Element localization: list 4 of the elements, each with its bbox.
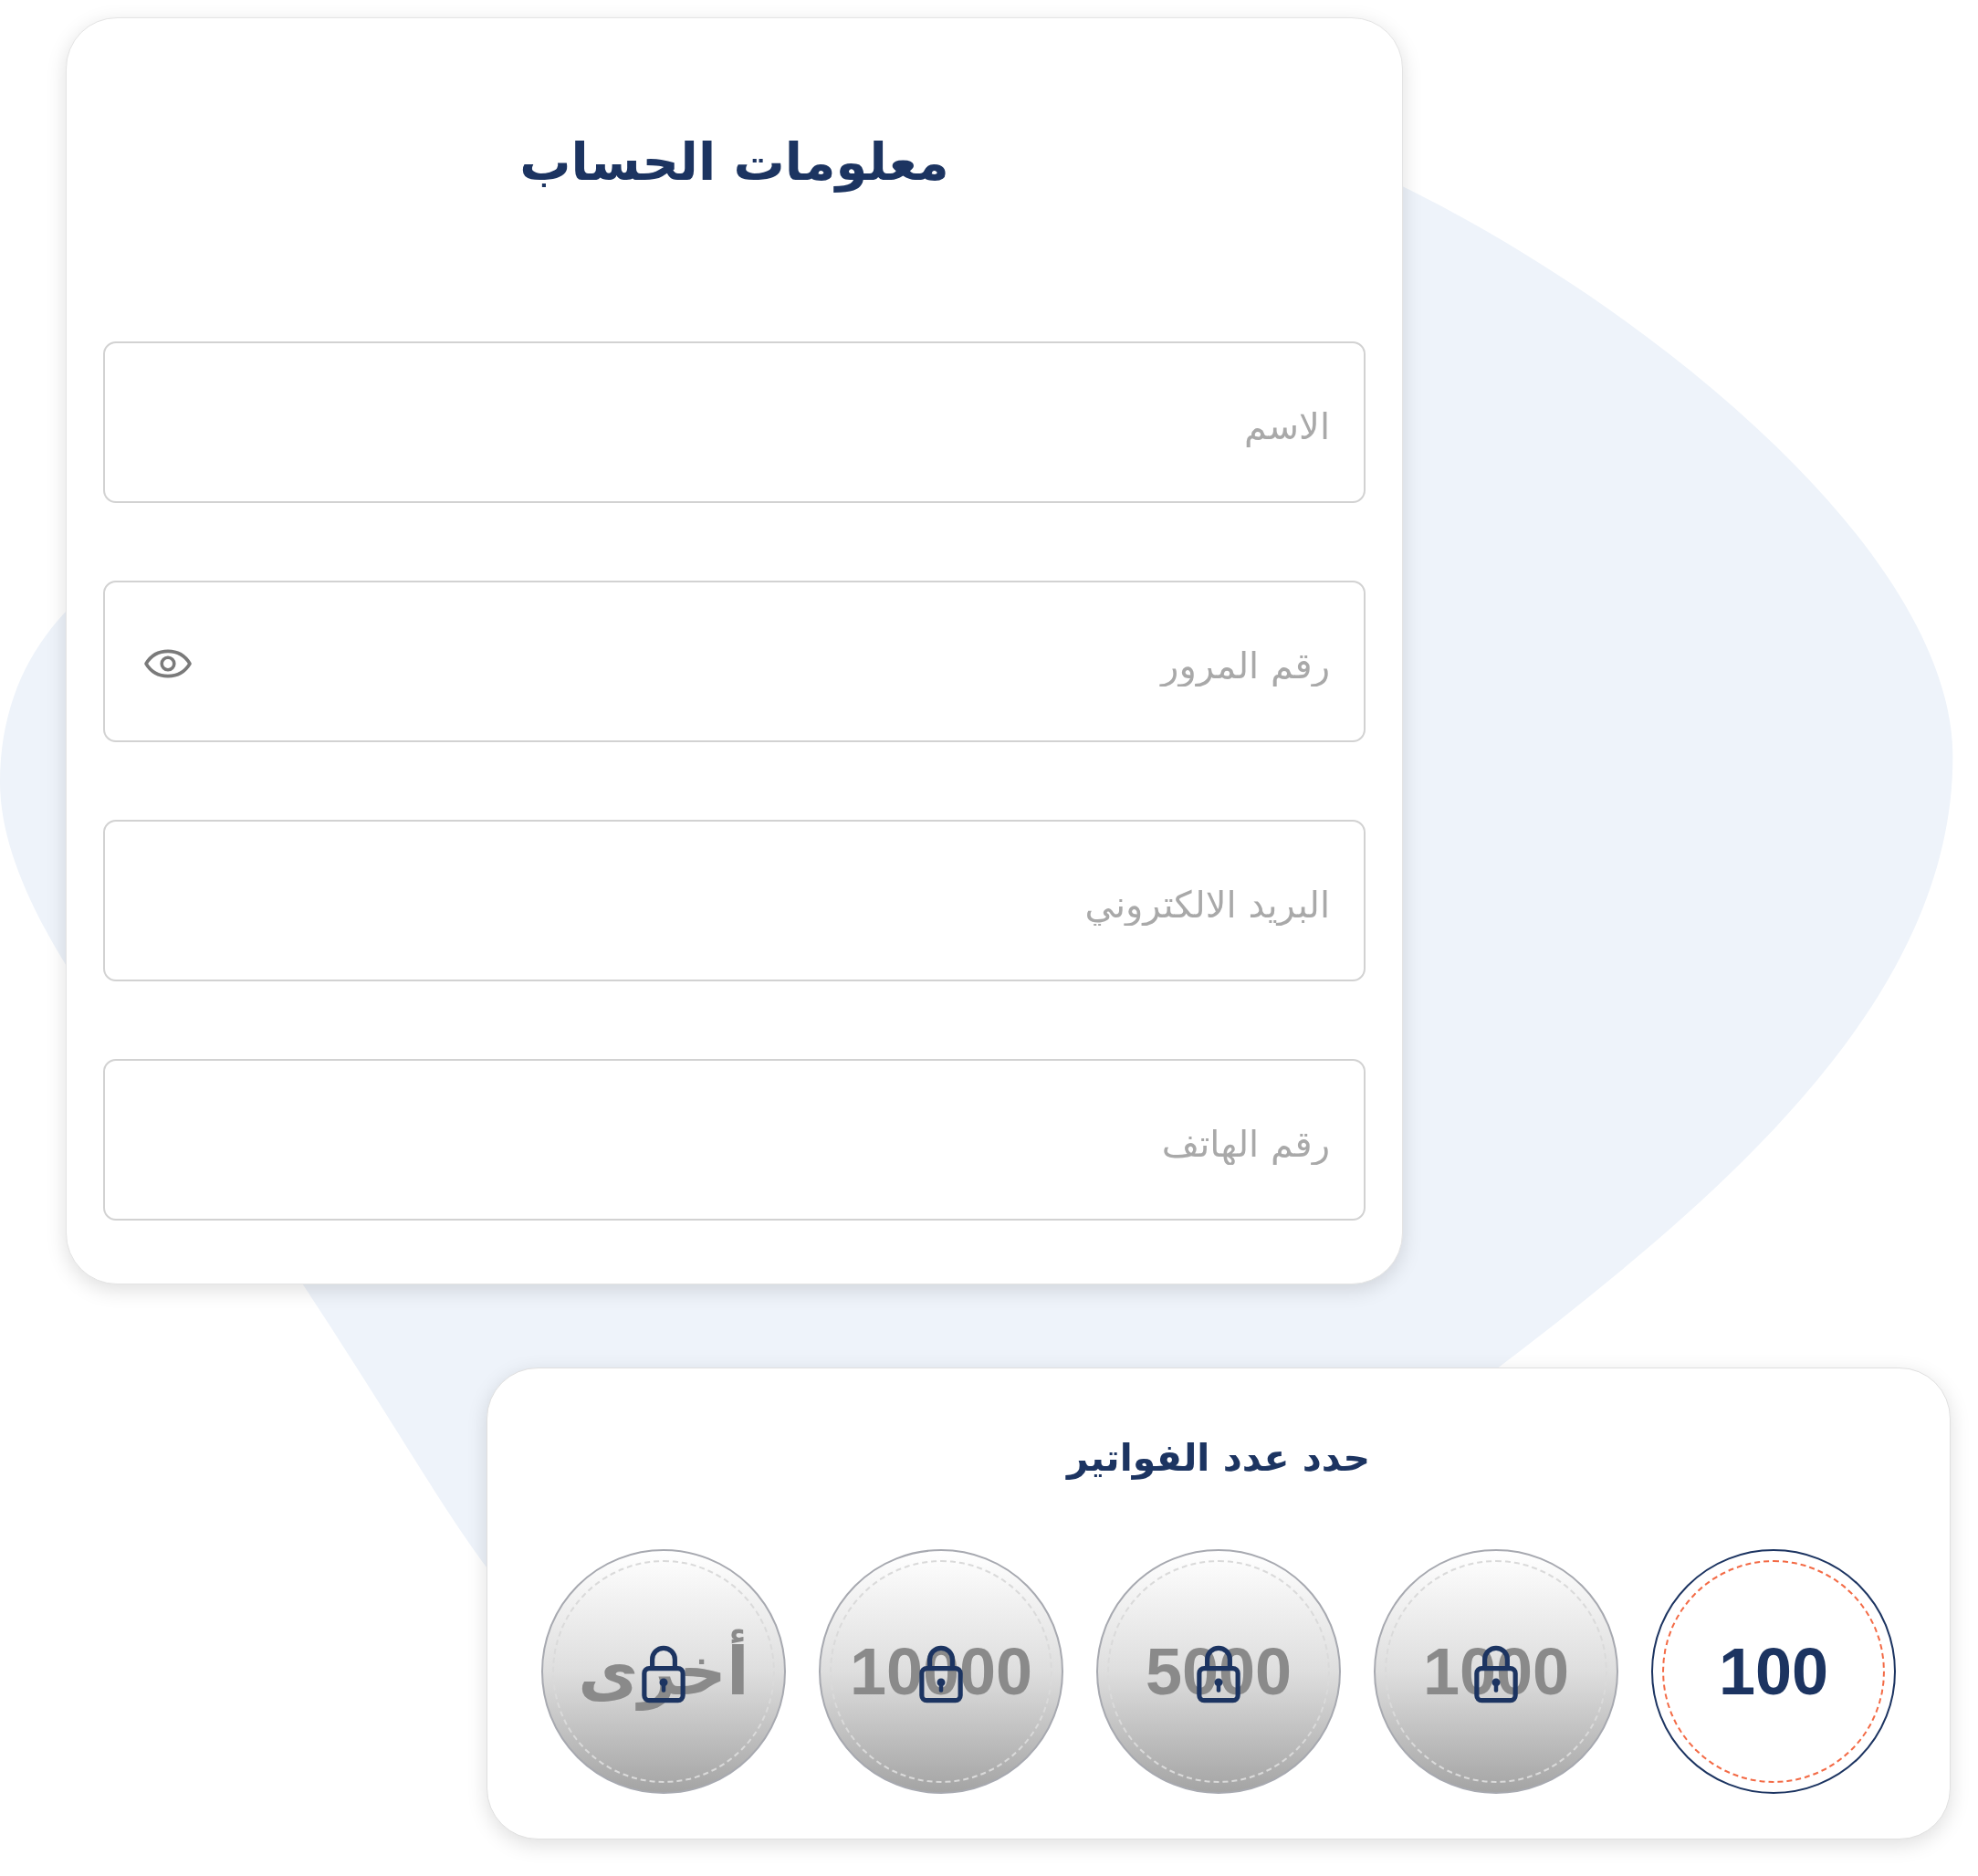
coin-button[interactable]: 100 [1651,1549,1896,1794]
eye-icon[interactable] [143,648,193,678]
card-title: حدد عدد الفواتير [1067,1435,1370,1482]
card-title: معلومات الحساب [519,131,949,194]
